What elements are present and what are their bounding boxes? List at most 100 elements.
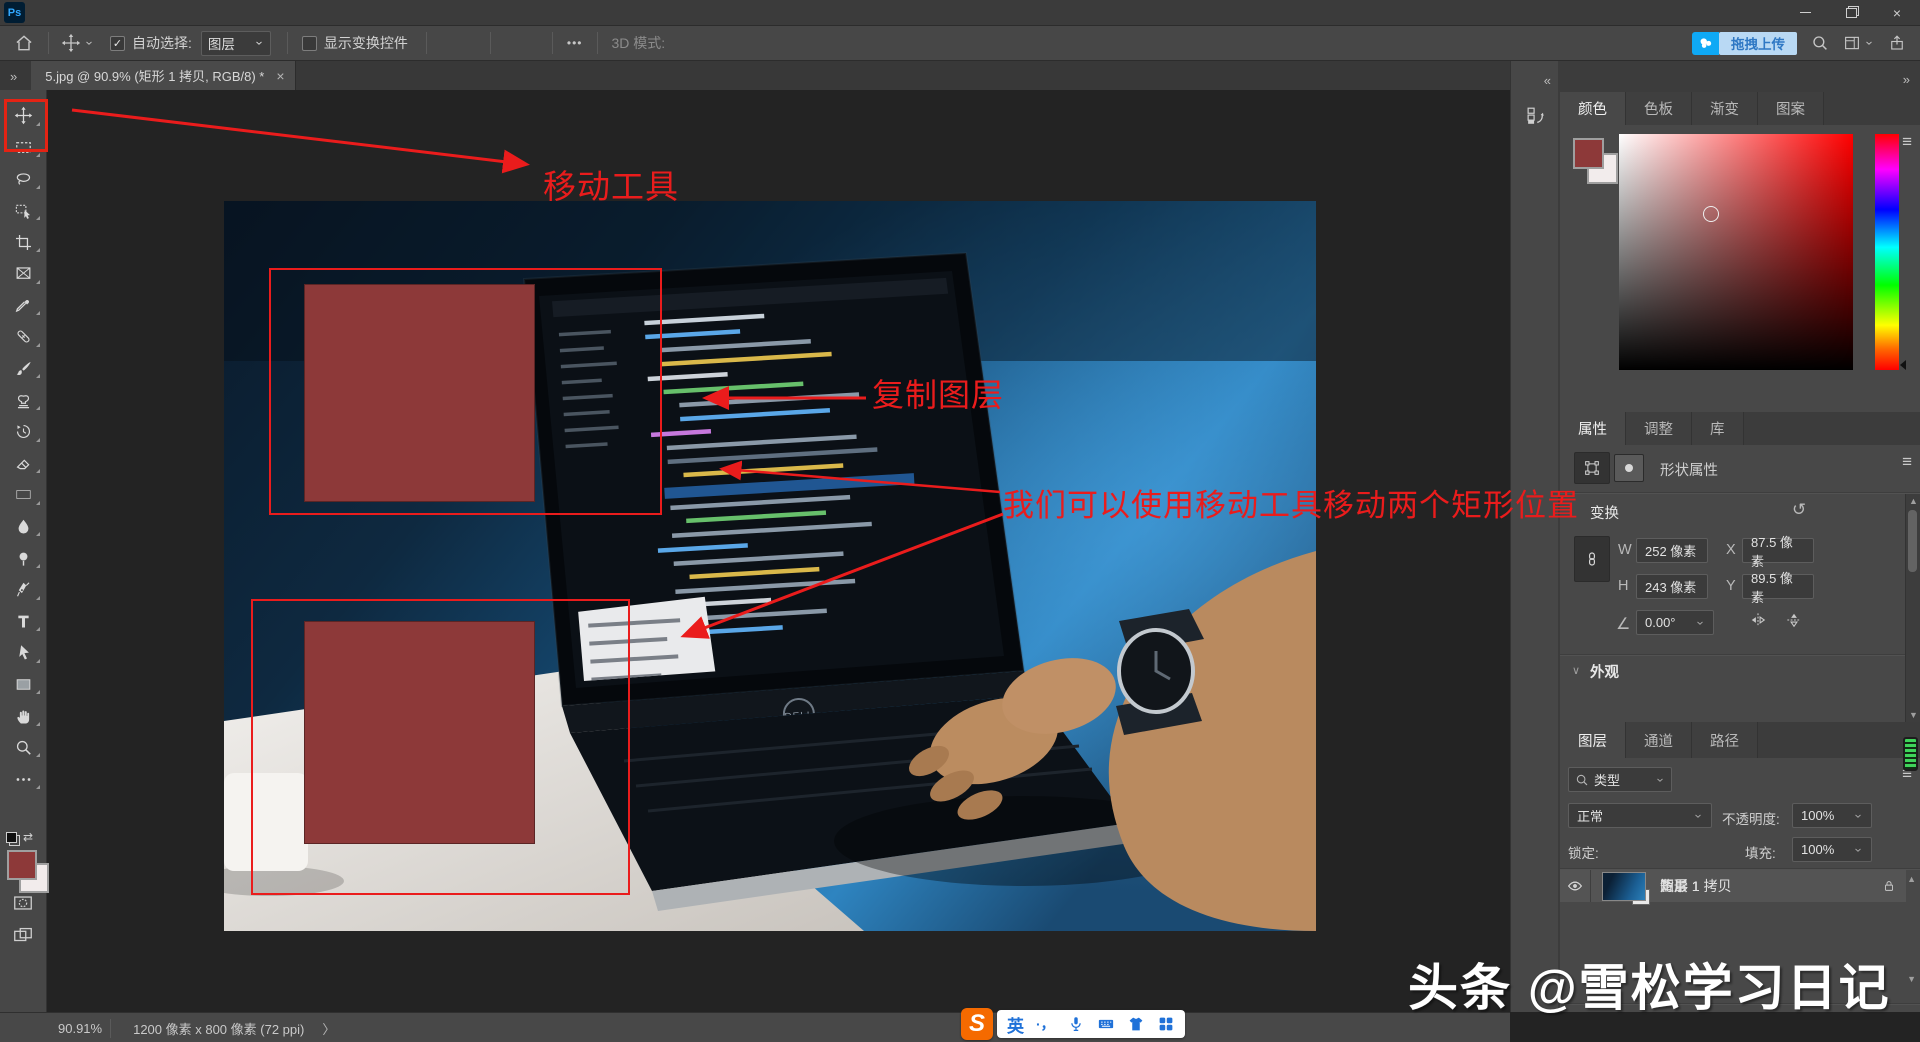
angle-field[interactable]: 0.00°: [1636, 610, 1714, 635]
x-field[interactable]: 87.5 像素: [1742, 538, 1814, 563]
close-button[interactable]: ×: [1874, 0, 1920, 25]
microphone-icon[interactable]: [1067, 1015, 1085, 1033]
more-options-icon[interactable]: •••: [567, 36, 583, 50]
flip-horizontal-icon[interactable]: [1748, 610, 1768, 630]
skin-icon[interactable]: [1127, 1015, 1145, 1033]
layer-name[interactable]: 背景: [1660, 876, 1688, 896]
hue-marker[interactable]: [1900, 360, 1906, 370]
tool-button[interactable]: [0, 195, 47, 227]
status-chevron-icon[interactable]: 〉: [322, 1019, 335, 1038]
panel-menu-icon[interactable]: ≡: [1902, 132, 1912, 152]
home-icon[interactable]: [14, 33, 34, 53]
tab-overflow-icon[interactable]: »: [10, 69, 17, 84]
tool-button[interactable]: [0, 353, 47, 385]
layer-filter-dropdown[interactable]: 类型: [1568, 767, 1672, 792]
canvas-area[interactable]: DELL: [47, 90, 1510, 1012]
ime-language-toggle[interactable]: 英: [1007, 1012, 1024, 1037]
reset-transform-icon[interactable]: ↺: [1792, 500, 1806, 520]
panel-tab[interactable]: 颜色: [1560, 92, 1626, 125]
panel-tab[interactable]: 色板: [1626, 92, 1692, 125]
frame-icon: [14, 264, 33, 283]
share-icon[interactable]: [1888, 34, 1906, 52]
tool-button[interactable]: [0, 511, 47, 543]
tool-button[interactable]: [0, 163, 47, 195]
tool-button[interactable]: [0, 479, 47, 511]
auto-select-checkbox[interactable]: ✓: [110, 36, 125, 51]
height-field[interactable]: 243 像素: [1636, 574, 1708, 599]
tool-button[interactable]: [0, 258, 47, 290]
tool-button[interactable]: [0, 574, 47, 606]
default-colors-icon[interactable]: [6, 832, 17, 843]
sogou-ime-icon[interactable]: S: [961, 1008, 993, 1040]
color-cursor[interactable]: [1703, 206, 1719, 222]
tool-button[interactable]: [0, 732, 47, 764]
tool-button[interactable]: [0, 763, 47, 795]
panel-tab[interactable]: 图层: [1560, 722, 1626, 758]
appearance-chevron-icon[interactable]: ∨: [1572, 664, 1580, 677]
tool-button[interactable]: [0, 669, 47, 701]
flip-vertical-icon[interactable]: [1784, 610, 1804, 630]
layer-thumbnail[interactable]: [1602, 872, 1646, 901]
document-tab-bar: » 5.jpg @ 90.9% (矩形 1 拷贝, RGB/8) * ×: [0, 61, 1512, 90]
y-field[interactable]: 89.5 像素: [1742, 574, 1814, 599]
zoom-level-field[interactable]: 90.91%: [50, 1019, 111, 1038]
panel-menu-icon[interactable]: ≡: [1902, 452, 1912, 472]
toolbox-icon[interactable]: [1157, 1015, 1175, 1033]
history-panel-icon[interactable]: [1518, 99, 1552, 133]
shape-mask-icon[interactable]: [1614, 454, 1644, 482]
tool-button[interactable]: [0, 416, 47, 448]
blend-mode-dropdown[interactable]: 正常: [1568, 803, 1712, 828]
move-tool-preset-icon[interactable]: [61, 33, 94, 53]
quick-mask-icon[interactable]: [12, 892, 34, 914]
panel-tab[interactable]: 库: [1692, 412, 1744, 445]
tool-button[interactable]: [0, 321, 47, 353]
show-transform-checkbox[interactable]: [302, 36, 317, 51]
drag-upload-button[interactable]: 拖拽上传: [1719, 32, 1797, 55]
width-field[interactable]: 252 像素: [1636, 538, 1708, 563]
panel-tab[interactable]: 路径: [1692, 722, 1758, 758]
visibility-eye-icon[interactable]: [1560, 870, 1591, 902]
link-dimensions-icon[interactable]: [1574, 536, 1610, 582]
layer-row[interactable]: 背景: [1560, 870, 1906, 902]
layers-scroll-down[interactable]: ▼: [1907, 974, 1916, 984]
hue-strip[interactable]: [1875, 134, 1899, 370]
default-swap-colors[interactable]: ⇄: [6, 830, 33, 844]
mode3d-label: 3D 模式:: [612, 33, 666, 53]
tool-button[interactable]: [0, 226, 47, 258]
keyboard-icon[interactable]: [1097, 1015, 1115, 1033]
auto-select-target-dropdown[interactable]: 图层: [201, 31, 271, 56]
panel-tab[interactable]: 调整: [1626, 412, 1692, 445]
tool-button[interactable]: [0, 290, 47, 322]
auto-select-label: 自动选择:: [132, 33, 192, 53]
panel-tab[interactable]: 通道: [1626, 722, 1692, 758]
tab-close-icon[interactable]: ×: [276, 68, 284, 84]
collapse-panels-icon[interactable]: »: [1903, 72, 1910, 87]
search-icon[interactable]: [1811, 34, 1829, 52]
properties-scrollbar[interactable]: ▲ ▼: [1905, 494, 1920, 722]
layers-scroll-up[interactable]: ▲: [1907, 874, 1916, 884]
swap-colors-icon[interactable]: ⇄: [23, 830, 33, 844]
opacity-field[interactable]: 100%: [1792, 803, 1872, 828]
foreground-color-swatch[interactable]: [7, 850, 37, 880]
tool-button[interactable]: [0, 700, 47, 732]
minimize-button[interactable]: [1782, 0, 1828, 25]
workspace-switcher-icon[interactable]: [1843, 34, 1874, 52]
saturation-square[interactable]: [1619, 134, 1853, 370]
panel-foreground-swatch[interactable]: [1573, 138, 1604, 169]
restore-button[interactable]: [1828, 0, 1874, 25]
annotation-instruction: 我们可以使用移动工具移动两个矩形位置: [1003, 480, 1579, 525]
tool-button[interactable]: [0, 384, 47, 416]
screen-mode-icon[interactable]: [12, 924, 34, 946]
tool-button[interactable]: [0, 637, 47, 669]
fill-field[interactable]: 100%: [1792, 837, 1872, 862]
document-tab[interactable]: 5.jpg @ 90.9% (矩形 1 拷贝, RGB/8) * ×: [31, 61, 295, 90]
panel-tab[interactable]: 图案: [1758, 92, 1824, 125]
panel-tab[interactable]: 属性: [1560, 412, 1626, 445]
panel-tab[interactable]: 渐变: [1692, 92, 1758, 125]
tool-button[interactable]: [0, 448, 47, 480]
shape-transform-icon[interactable]: [1574, 452, 1610, 484]
tool-button[interactable]: [0, 542, 47, 574]
ime-punctuation-toggle[interactable]: ·，: [1036, 1014, 1055, 1034]
expand-panels-icon[interactable]: «: [1544, 73, 1551, 88]
tool-button[interactable]: [0, 606, 47, 638]
